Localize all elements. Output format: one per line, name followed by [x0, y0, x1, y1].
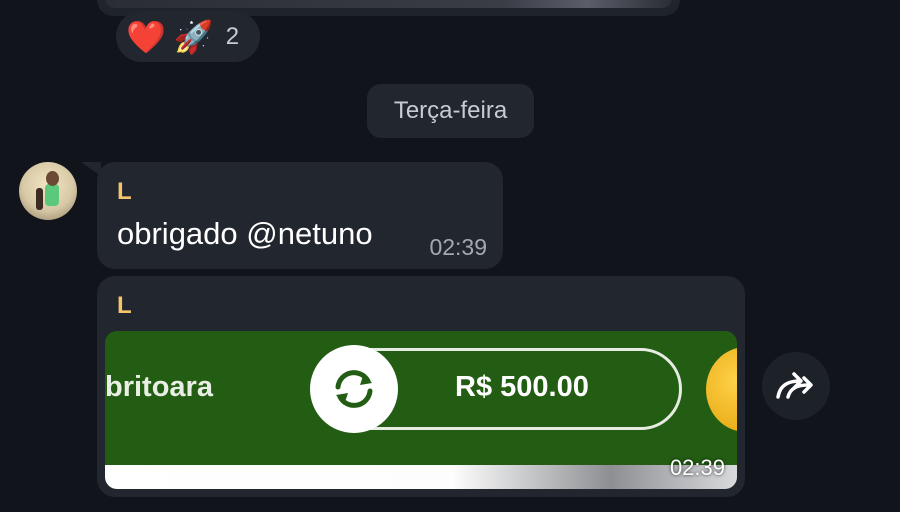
- previous-message-media[interactable]: [105, 0, 672, 8]
- media-amount: R$ 500.00: [455, 371, 589, 403]
- reaction-count: 2: [225, 22, 240, 50]
- rocket-reaction-icon[interactable]: 🚀: [174, 21, 214, 53]
- forward-share-button[interactable]: [762, 352, 830, 420]
- bubble-tail: [81, 162, 101, 176]
- forward-share-icon: [776, 372, 813, 399]
- media-message-bubble[interactable]: L britoara R$ 500.00 02:39: [97, 276, 745, 497]
- avatar-detail: [36, 188, 43, 210]
- message-time: 02:39: [669, 455, 725, 480]
- avatar-detail: [45, 184, 59, 206]
- message-bubble[interactable]: L obrigado @netuno 02:39: [81, 162, 503, 269]
- heart-reaction-icon[interactable]: ❤️: [126, 21, 166, 53]
- avatar-detail: [46, 171, 59, 186]
- date-separator: Terça-feira: [367, 84, 534, 138]
- media-bottom-strip: [105, 465, 737, 489]
- message-text: obrigado @netuno: [117, 216, 373, 251]
- coin-icon: [706, 347, 737, 432]
- message-media-image[interactable]: britoara R$ 500.00 02:39: [105, 331, 737, 489]
- sender-avatar[interactable]: [19, 162, 77, 220]
- sender-name[interactable]: L: [117, 292, 132, 320]
- sender-name[interactable]: L: [117, 178, 132, 206]
- reaction-bar[interactable]: ❤️ 🚀 2: [116, 11, 260, 62]
- refresh-icon: [310, 345, 398, 433]
- media-game-label: britoara: [105, 371, 213, 403]
- message-time: 02:39: [429, 234, 487, 260]
